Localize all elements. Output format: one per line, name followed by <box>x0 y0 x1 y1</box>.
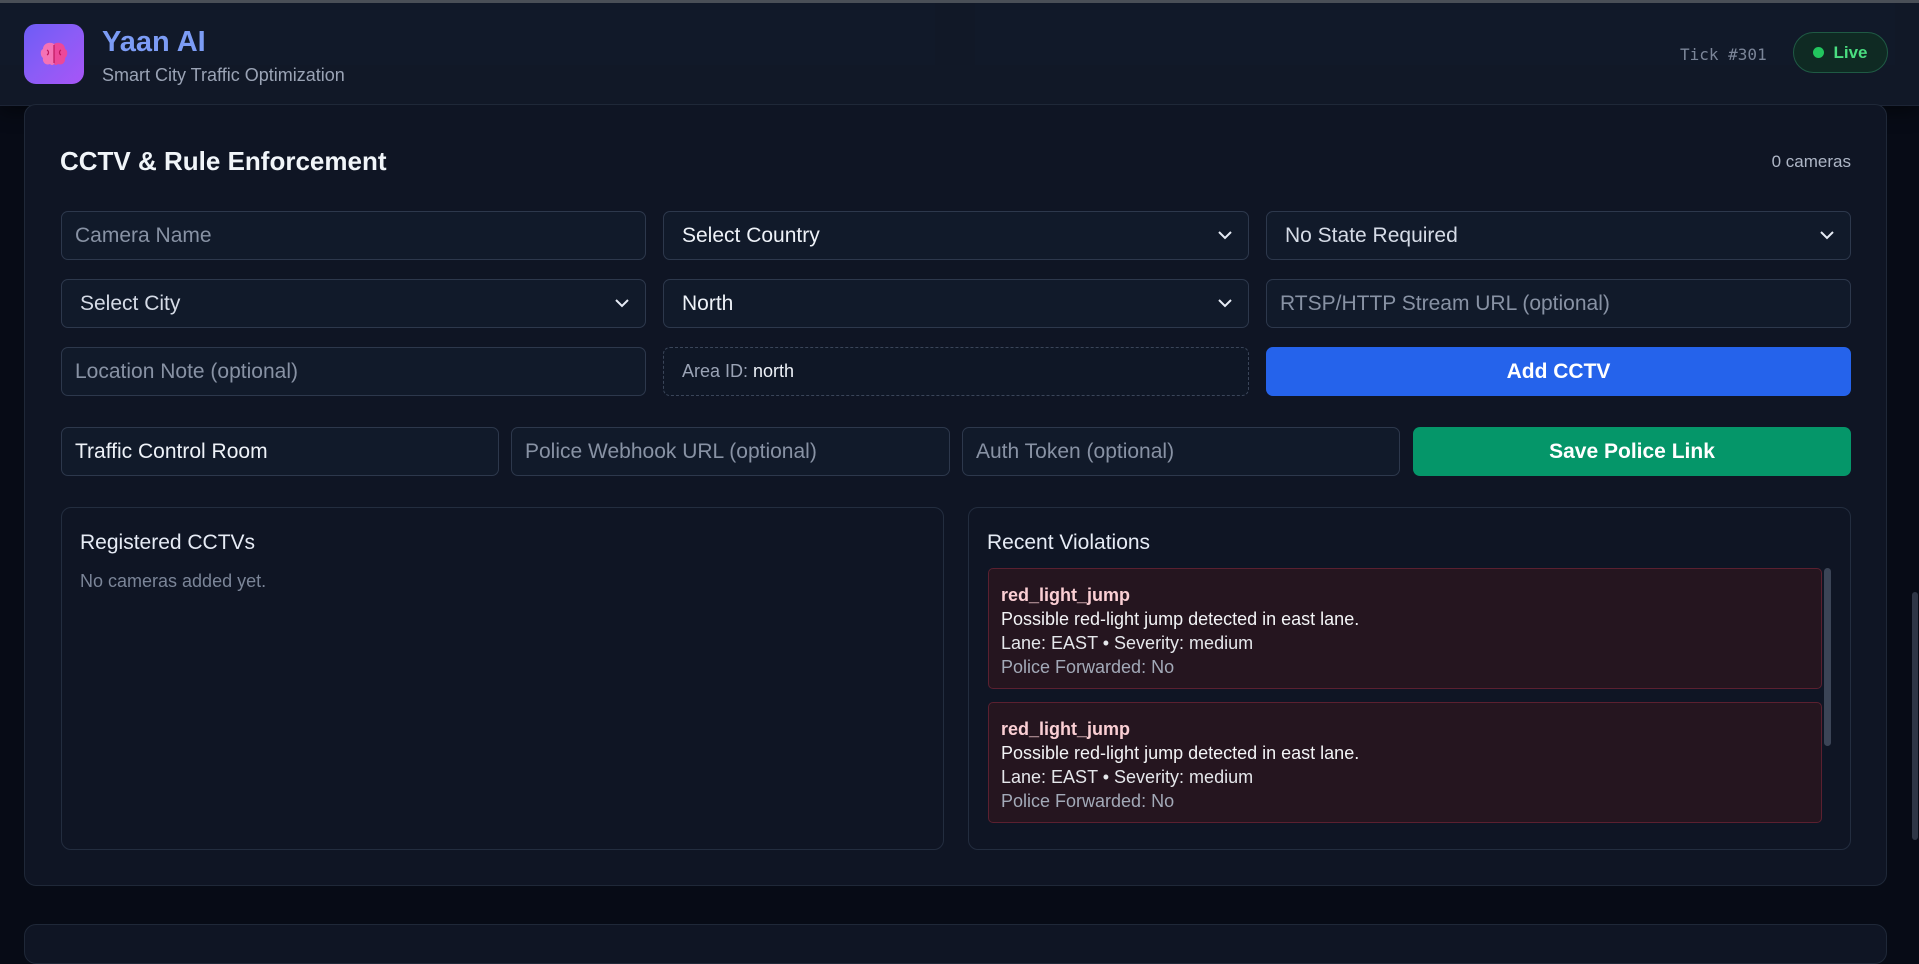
violation-item: red_light_jump Possible red-light jump d… <box>988 568 1822 689</box>
camera-name-placeholder: Camera Name <box>75 223 212 247</box>
area-id-label: Area ID: <box>682 361 749 381</box>
chevron-down-icon <box>1218 299 1232 308</box>
police-webhook-input[interactable]: Police Webhook URL (optional) <box>511 427 950 476</box>
page-scrollbar-thumb[interactable] <box>1912 592 1918 840</box>
next-section-card <box>24 924 1887 964</box>
registered-cctvs-title: Registered CCTVs <box>80 531 256 554</box>
violation-meta: Lane: EAST • Severity: medium <box>1001 633 1254 653</box>
city-select-value: Select City <box>80 291 181 315</box>
chevron-down-icon <box>1218 231 1232 240</box>
location-note-placeholder: Location Note (optional) <box>75 359 298 383</box>
camera-name-input[interactable]: Camera Name <box>61 211 646 260</box>
app-title: Yaan AI <box>102 26 206 58</box>
save-police-link-button[interactable]: Save Police Link <box>1413 427 1851 476</box>
state-select[interactable]: No State Required <box>1266 211 1851 260</box>
control-room-input[interactable]: Traffic Control Room <box>61 427 499 476</box>
stream-url-placeholder: RTSP/HTTP Stream URL (optional) <box>1280 291 1610 315</box>
chevron-down-icon <box>615 299 629 308</box>
violation-message: Possible red-light jump detected in east… <box>1001 743 1360 763</box>
auth-token-input[interactable]: Auth Token (optional) <box>962 427 1400 476</box>
live-dot-icon <box>1813 47 1825 58</box>
violation-meta: Lane: EAST • Severity: medium <box>1001 767 1254 787</box>
country-select[interactable]: Select Country <box>663 211 1249 260</box>
stream-url-input[interactable]: RTSP/HTTP Stream URL (optional) <box>1266 279 1851 328</box>
violation-forwarded: Police Forwarded: No <box>1001 791 1175 811</box>
chevron-down-icon <box>1820 231 1834 240</box>
area-id-display: Area ID: north <box>663 347 1249 396</box>
direction-select[interactable]: North <box>663 279 1249 328</box>
area-id-value: north <box>753 361 795 381</box>
add-cctv-button[interactable]: Add CCTV <box>1266 347 1851 396</box>
app-subtitle: Smart City Traffic Optimization <box>102 65 345 85</box>
live-label: Live <box>1833 42 1868 62</box>
auth-token-placeholder: Auth Token (optional) <box>976 439 1175 463</box>
tick-counter: Tick #301 <box>1680 45 1767 64</box>
violation-type: red_light_jump <box>1001 585 1131 605</box>
camera-count: 0 cameras <box>1771 152 1851 171</box>
top-header <box>0 0 1919 106</box>
live-status-badge: Live <box>1793 32 1888 73</box>
section-title: CCTV & Rule Enforcement <box>60 146 387 176</box>
city-select[interactable]: Select City <box>61 279 646 328</box>
direction-select-value: North <box>682 291 734 315</box>
state-select-value: No State Required <box>1285 223 1458 247</box>
violations-scrollbar-thumb[interactable] <box>1824 568 1831 746</box>
violation-type: red_light_jump <box>1001 719 1131 739</box>
control-room-value: Traffic Control Room <box>75 439 268 463</box>
country-select-value: Select Country <box>682 223 820 247</box>
app-logo <box>24 24 84 84</box>
violation-message: Possible red-light jump detected in east… <box>1001 609 1360 629</box>
recent-violations-title: Recent Violations <box>987 531 1151 554</box>
police-webhook-placeholder: Police Webhook URL (optional) <box>525 439 817 463</box>
location-note-input[interactable]: Location Note (optional) <box>61 347 646 396</box>
violation-forwarded: Police Forwarded: No <box>1001 657 1175 677</box>
no-cameras-note: No cameras added yet. <box>80 571 267 591</box>
registered-cctvs-panel <box>61 507 944 850</box>
brain-icon <box>40 42 68 66</box>
violation-item: red_light_jump Possible red-light jump d… <box>988 702 1822 823</box>
